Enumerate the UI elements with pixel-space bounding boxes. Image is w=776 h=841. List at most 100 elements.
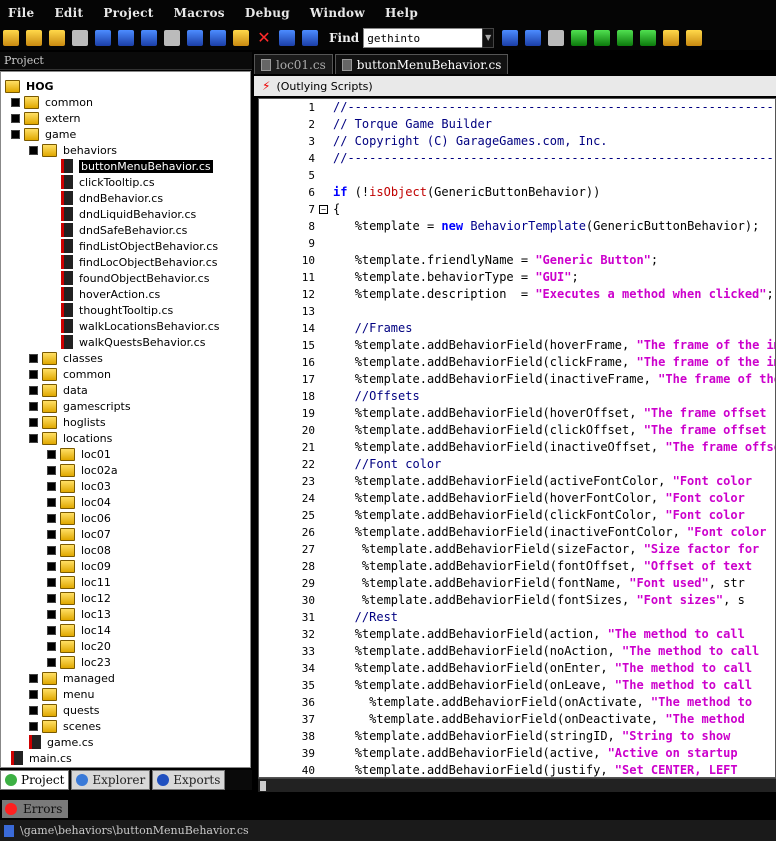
- debug-icon[interactable]: [594, 30, 611, 46]
- paste-icon[interactable]: [210, 30, 226, 46]
- expand-toggle-icon[interactable]: [47, 641, 56, 651]
- tree-file[interactable]: clickTooltip.cs: [61, 174, 155, 190]
- expand-toggle-icon[interactable]: [29, 721, 38, 731]
- expand-toggle-icon[interactable]: [47, 625, 56, 635]
- code-line[interactable]: 36 %template.addBehaviorField(onActivate…: [259, 694, 752, 711]
- expand-toggle-icon[interactable]: [47, 577, 56, 587]
- expand-toggle-icon[interactable]: [47, 513, 56, 523]
- copy-icon[interactable]: [187, 30, 203, 46]
- code-line[interactable]: 20 %template.addBehaviorField(clickOffse…: [259, 422, 767, 439]
- code-line[interactable]: 33 %template.addBehaviorField(noAction, …: [259, 643, 760, 660]
- menu-item-project[interactable]: Project: [103, 6, 153, 20]
- expand-toggle-icon[interactable]: [47, 465, 56, 475]
- tree-folder[interactable]: loc12: [47, 590, 111, 606]
- expand-toggle-icon[interactable]: [47, 657, 56, 667]
- tree-folder[interactable]: common: [11, 94, 93, 110]
- tree-file[interactable]: dndLiquidBehavior.cs: [61, 206, 196, 222]
- save-icon[interactable]: [95, 30, 111, 46]
- code-line[interactable]: 40 %template.addBehaviorField(justify, "…: [259, 762, 738, 777]
- tree-folder[interactable]: HOG: [5, 78, 54, 94]
- tree-file[interactable]: findLocObjectBehavior.cs: [61, 254, 218, 270]
- tree-file[interactable]: findListObjectBehavior.cs: [61, 238, 218, 254]
- cut-icon[interactable]: [164, 30, 180, 46]
- expand-toggle-icon[interactable]: [29, 145, 38, 155]
- code-line[interactable]: 13: [259, 303, 333, 320]
- tree-folder[interactable]: game: [11, 126, 76, 142]
- code-line[interactable]: 8 %template = new BehaviorTemplate(Gener…: [259, 218, 759, 235]
- tree-folder[interactable]: loc09: [47, 558, 111, 574]
- open-project-icon[interactable]: [72, 30, 88, 46]
- code-line[interactable]: 18 //Offsets: [259, 388, 420, 405]
- tree-folder[interactable]: common: [29, 366, 111, 382]
- code-line[interactable]: 6 if (!isObject(GenericButtonBehavior)): [259, 184, 600, 201]
- menu-item-macros[interactable]: Macros: [174, 6, 225, 20]
- tree-folder[interactable]: loc03: [47, 478, 111, 494]
- open-folder-icon[interactable]: [26, 30, 42, 46]
- redo-icon[interactable]: [302, 30, 318, 46]
- tree-folder[interactable]: data: [29, 382, 88, 398]
- tree-folder[interactable]: gamescripts: [29, 398, 131, 414]
- code-line[interactable]: 38 %template.addBehaviorField(stringID, …: [259, 728, 731, 745]
- tree-folder[interactable]: scenes: [29, 718, 101, 734]
- tree-folder[interactable]: loc01: [47, 446, 111, 462]
- menu-item-debug[interactable]: Debug: [245, 6, 290, 20]
- code-line[interactable]: 9: [259, 235, 333, 252]
- tab-exports[interactable]: Exports: [152, 770, 226, 790]
- expand-toggle-icon[interactable]: [11, 97, 20, 107]
- code-line[interactable]: 35 %template.addBehaviorField(onLeave, "…: [259, 677, 752, 694]
- tree-file[interactable]: game.cs: [29, 734, 93, 750]
- expand-toggle-icon[interactable]: [47, 497, 56, 507]
- tree-folder[interactable]: managed: [29, 670, 115, 686]
- code-line[interactable]: 23 %template.addBehaviorField(activeFont…: [259, 473, 752, 490]
- find-in-files-icon[interactable]: [548, 30, 565, 46]
- expand-toggle-icon[interactable]: [47, 481, 56, 491]
- tree-file[interactable]: foundObjectBehavior.cs: [61, 270, 209, 286]
- expand-toggle-icon[interactable]: [47, 545, 56, 555]
- code-line[interactable]: 25 %template.addBehaviorField(clickFontC…: [259, 507, 745, 524]
- scrollbar-thumb[interactable]: [260, 781, 266, 791]
- code-editor[interactable]: 1 //-------------------------------------…: [258, 98, 776, 778]
- tree-file[interactable]: walkQuestsBehavior.cs: [61, 334, 205, 350]
- code-line[interactable]: 31 //Rest: [259, 609, 398, 626]
- tree-folder[interactable]: loc04: [47, 494, 111, 510]
- code-line[interactable]: 12 %template.description = "Executes a m…: [259, 286, 774, 303]
- tab-button-menu-behavior[interactable]: buttonMenuBehavior.cs: [334, 54, 509, 74]
- code-line[interactable]: 10 %template.friendlyName = "Generic But…: [259, 252, 658, 269]
- expand-toggle-icon[interactable]: [29, 705, 38, 715]
- run-icon[interactable]: [571, 30, 588, 46]
- tab-errors[interactable]: Errors: [2, 800, 69, 818]
- find-dropdown-icon[interactable]: ▼: [482, 28, 495, 48]
- expand-toggle-icon[interactable]: [29, 369, 38, 379]
- code-line[interactable]: 16 %template.addBehaviorField(clickFrame…: [259, 354, 775, 371]
- code-line[interactable]: 17 %template.addBehaviorField(inactiveFr…: [259, 371, 775, 388]
- tree-folder[interactable]: menu: [29, 686, 94, 702]
- undo-icon[interactable]: [279, 30, 295, 46]
- tab-explorer[interactable]: Explorer: [71, 770, 151, 790]
- expand-toggle-icon[interactable]: [29, 689, 38, 699]
- code-line[interactable]: 7−{: [259, 201, 340, 218]
- tree-folder[interactable]: classes: [29, 350, 103, 366]
- find-prev-icon[interactable]: [525, 30, 542, 46]
- code-line[interactable]: 37 %template.addBehaviorField(onDeactiva…: [259, 711, 745, 728]
- code-line[interactable]: 1 //-------------------------------------…: [259, 99, 775, 116]
- code-line[interactable]: 2 // Torque Game Builder: [259, 116, 492, 133]
- code-line[interactable]: 15 %template.addBehaviorField(hoverFrame…: [259, 337, 775, 354]
- expand-toggle-icon[interactable]: [29, 353, 38, 363]
- code-line[interactable]: 14 //Frames: [259, 320, 413, 337]
- code-line[interactable]: 3 // Copyright (C) GarageGames.com, Inc.: [259, 133, 607, 150]
- expand-toggle-icon[interactable]: [47, 449, 56, 459]
- code-line[interactable]: 21 %template.addBehaviorField(inactiveOf…: [259, 439, 775, 456]
- new-project-icon[interactable]: [49, 30, 65, 46]
- code-line[interactable]: 29 %template.addBehaviorField(fontName, …: [259, 575, 745, 592]
- expand-toggle-icon[interactable]: [47, 561, 56, 571]
- tree-folder[interactable]: loc08: [47, 542, 111, 558]
- step-icon[interactable]: [617, 30, 634, 46]
- menu-item-file[interactable]: File: [8, 6, 34, 20]
- tree-file[interactable]: buttonMenuBehavior.cs: [61, 158, 213, 174]
- new-file-icon[interactable]: [3, 30, 19, 46]
- tree-folder[interactable]: loc06: [47, 510, 111, 526]
- code-line[interactable]: 24 %template.addBehaviorField(hoverFontC…: [259, 490, 745, 507]
- tree-folder[interactable]: loc02a: [47, 462, 118, 478]
- delete-icon[interactable]: ✕: [256, 30, 272, 46]
- tree-folder[interactable]: loc13: [47, 606, 111, 622]
